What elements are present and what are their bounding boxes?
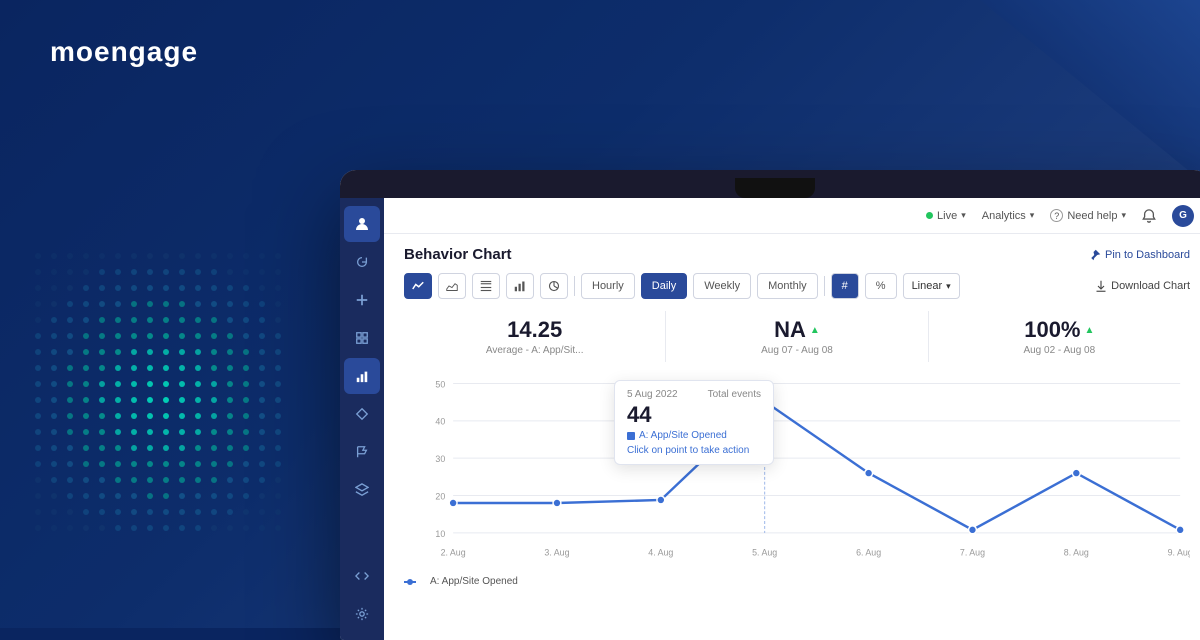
svg-text:6. Aug: 6. Aug bbox=[856, 547, 881, 557]
download-label: Download Chart bbox=[1111, 280, 1190, 292]
analytics-menu[interactable]: Analytics ▾ bbox=[982, 210, 1035, 222]
tooltip-total-label: Total events bbox=[708, 389, 761, 400]
svg-text:7. Aug: 7. Aug bbox=[960, 547, 985, 557]
notification-bell[interactable] bbox=[1142, 209, 1156, 223]
svg-text:5. Aug: 5. Aug bbox=[752, 547, 777, 557]
main-content: Live ▾ Analytics ▾ ? Need help ▾ G bbox=[384, 198, 1200, 640]
svg-text:8. Aug: 8. Aug bbox=[1064, 547, 1089, 557]
svg-text:40: 40 bbox=[435, 417, 445, 427]
toolbar-separator-2 bbox=[824, 276, 825, 296]
tooltip-series: A: App/Site Opened bbox=[627, 430, 761, 441]
legend-label: A: App/Site Opened bbox=[430, 576, 518, 587]
stat-monthly-arrow: ▲ bbox=[1085, 325, 1095, 336]
svg-text:30: 30 bbox=[435, 454, 445, 464]
chart-toolbar: Hourly Daily Weekly Monthly # % Linear ▾… bbox=[404, 273, 1190, 299]
line-chart-svg[interactable]: 50 40 30 20 10 bbox=[404, 372, 1190, 562]
pin-label: Pin to Dashboard bbox=[1105, 249, 1190, 261]
sidebar bbox=[340, 198, 384, 640]
hourly-button[interactable]: Hourly bbox=[581, 273, 635, 299]
chart-legend: A: App/Site Opened bbox=[404, 576, 1190, 587]
stat-monthly: 100% ▲ Aug 02 - Aug 08 bbox=[929, 311, 1190, 362]
top-nav: Live ▾ Analytics ▾ ? Need help ▾ G bbox=[384, 198, 1200, 234]
tooltip-action-link[interactable]: Click on point to take action bbox=[627, 445, 761, 456]
window-topbar bbox=[340, 170, 1200, 198]
monthly-button[interactable]: Monthly bbox=[757, 273, 818, 299]
stat-weekly-value: NA bbox=[774, 317, 806, 343]
analytics-label: Analytics bbox=[982, 210, 1026, 222]
live-indicator[interactable]: Live ▾ bbox=[926, 210, 966, 222]
svg-text:10: 10 bbox=[435, 529, 445, 539]
percent-button[interactable]: % bbox=[865, 273, 897, 299]
sidebar-icon-barchart[interactable] bbox=[344, 358, 380, 394]
sidebar-icon-tag[interactable] bbox=[344, 396, 380, 432]
sidebar-icon-gear[interactable] bbox=[344, 596, 380, 632]
scale-label: Linear bbox=[912, 280, 943, 292]
sidebar-icon-layers[interactable] bbox=[344, 472, 380, 508]
dot-pattern bbox=[30, 248, 290, 548]
tooltip-date: 5 Aug 2022 Total events bbox=[627, 389, 761, 400]
svg-text:3. Aug: 3. Aug bbox=[544, 547, 569, 557]
stat-weekly: NA ▲ Aug 07 - Aug 08 bbox=[666, 311, 928, 362]
svg-text:20: 20 bbox=[435, 491, 445, 501]
chart-type-bar-button[interactable] bbox=[506, 273, 534, 299]
stat-weekly-label: Aug 07 - Aug 08 bbox=[678, 345, 915, 356]
dashboard-window: Live ▾ Analytics ▾ ? Need help ▾ G bbox=[340, 170, 1200, 640]
svg-text:4. Aug: 4. Aug bbox=[648, 547, 673, 557]
sidebar-icon-refresh[interactable] bbox=[344, 244, 380, 280]
sidebar-icon-flag[interactable] bbox=[344, 434, 380, 470]
help-chevron: ▾ bbox=[1121, 210, 1126, 221]
stat-average: 14.25 Average - A: App/Sit... bbox=[404, 311, 666, 362]
scale-chevron: ▾ bbox=[946, 281, 951, 292]
download-chart-button[interactable]: Download Chart bbox=[1095, 280, 1190, 292]
stat-average-value: 14.25 bbox=[416, 317, 653, 343]
chart-header: Behavior Chart Pin to Dashboard bbox=[404, 246, 1190, 263]
help-icon: ? bbox=[1050, 209, 1063, 222]
user-avatar[interactable]: G bbox=[1172, 205, 1194, 227]
camera-notch bbox=[735, 178, 815, 198]
stats-row: 14.25 Average - A: App/Sit... NA ▲ Aug 0… bbox=[404, 311, 1190, 362]
brand-logo: moengage bbox=[50, 36, 198, 68]
sidebar-icon-grid[interactable] bbox=[344, 320, 380, 356]
stat-average-label: Average - A: App/Sit... bbox=[416, 345, 653, 356]
svg-text:50: 50 bbox=[435, 379, 445, 389]
scale-select[interactable]: Linear ▾ bbox=[903, 273, 960, 299]
daily-button[interactable]: Daily bbox=[641, 273, 687, 299]
window-body: Live ▾ Analytics ▾ ? Need help ▾ G bbox=[340, 198, 1200, 640]
stat-weekly-arrow: ▲ bbox=[810, 325, 820, 336]
tooltip-value: 44 bbox=[627, 402, 761, 428]
help-label: Need help bbox=[1067, 210, 1117, 222]
tooltip-series-label: A: App/Site Opened bbox=[639, 430, 727, 441]
svg-text:2. Aug: 2. Aug bbox=[441, 547, 466, 557]
live-label: Live bbox=[937, 210, 957, 222]
analytics-chevron: ▾ bbox=[1030, 210, 1035, 221]
tooltip-series-dot bbox=[627, 432, 635, 440]
pin-to-dashboard-button[interactable]: Pin to Dashboard bbox=[1089, 249, 1190, 261]
hash-button[interactable]: # bbox=[831, 273, 859, 299]
chart-type-pie-button[interactable] bbox=[540, 273, 568, 299]
stat-monthly-label: Aug 02 - Aug 08 bbox=[941, 345, 1178, 356]
chart-svg-container: 50 40 30 20 10 bbox=[404, 372, 1190, 572]
live-dot bbox=[926, 212, 933, 219]
sidebar-icon-plus[interactable] bbox=[344, 282, 380, 318]
chart-type-area-button[interactable] bbox=[438, 273, 466, 299]
chart-tooltip: 5 Aug 2022 Total events 44 A: App/Site O… bbox=[614, 380, 774, 465]
chart-area: Behavior Chart Pin to Dashboard bbox=[384, 234, 1200, 640]
chart-type-table-button[interactable] bbox=[472, 273, 500, 299]
weekly-button[interactable]: Weekly bbox=[693, 273, 751, 299]
toolbar-separator bbox=[574, 276, 575, 296]
chart-title: Behavior Chart bbox=[404, 246, 512, 263]
chart-type-line-button[interactable] bbox=[404, 273, 432, 299]
live-chevron: ▾ bbox=[961, 210, 966, 221]
sidebar-icon-code[interactable] bbox=[344, 558, 380, 594]
svg-text:9. Aug: 9. Aug bbox=[1168, 547, 1190, 557]
stat-monthly-value: 100% bbox=[1024, 317, 1080, 343]
help-menu[interactable]: ? Need help ▾ bbox=[1050, 209, 1126, 222]
sidebar-icon-user[interactable] bbox=[344, 206, 380, 242]
